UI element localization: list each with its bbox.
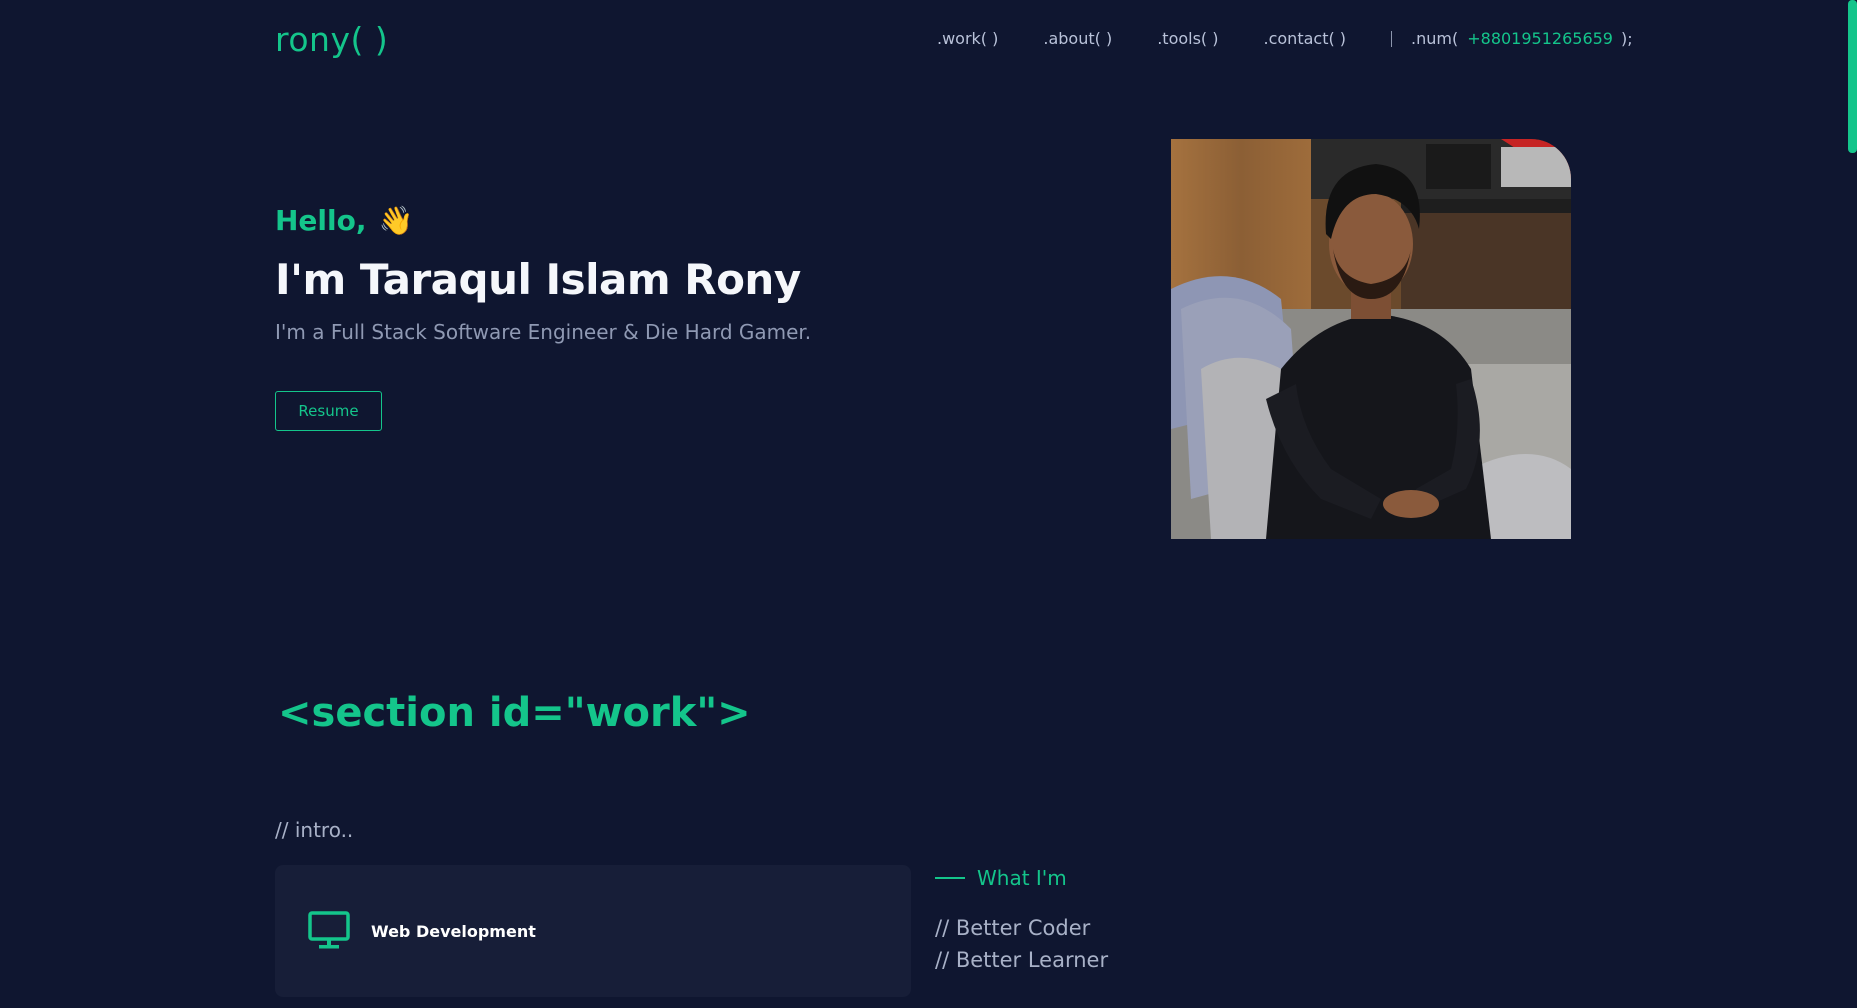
traits-list: // Better Coder // Better Learner	[935, 912, 1108, 976]
intro-label: // intro..	[275, 818, 354, 842]
scrollbar-thumb[interactable]	[1848, 0, 1857, 153]
hero-greeting: Hello, 👋	[275, 204, 413, 237]
greeting-text: Hello,	[275, 204, 367, 237]
accent-line	[935, 877, 965, 879]
card-title: Web Development	[371, 921, 536, 941]
monitor-icon	[308, 911, 350, 949]
phone-label: .num(	[1411, 29, 1459, 48]
main-nav: .work( ) .about( ) .tools( ) .contact( )…	[937, 29, 1633, 48]
phone-number-link[interactable]: +8801951265659	[1467, 29, 1613, 48]
trait-item: // Better Coder	[935, 916, 1091, 940]
hero-name: I'm Taraqul Islam Rony	[275, 255, 801, 304]
nav-about-link[interactable]: .about( )	[1043, 29, 1112, 48]
waving-hand-icon: 👋	[378, 204, 414, 237]
hero-tagline: I'm a Full Stack Software Engineer & Die…	[275, 320, 812, 344]
portfolio-page: rony( ) .work( ) .about( ) .tools( ) .co…	[0, 0, 1857, 1008]
nav-contact-link[interactable]: .contact( )	[1264, 29, 1347, 48]
nav-divider	[1391, 30, 1393, 47]
web-development-card[interactable]: Web Development	[275, 865, 911, 997]
nav-work-link[interactable]: .work( )	[937, 29, 998, 48]
profile-photo	[1171, 139, 1571, 539]
nav-tools-link[interactable]: .tools( )	[1157, 29, 1218, 48]
what-im-heading: What I'm	[935, 866, 1067, 890]
what-im-label: What I'm	[977, 866, 1067, 890]
trait-item: // Better Learner	[935, 948, 1109, 972]
phone-suffix: );	[1620, 29, 1633, 48]
work-section-tag: <section id="work">	[278, 690, 751, 736]
resume-button[interactable]: Resume	[275, 391, 382, 431]
site-logo[interactable]: rony( )	[275, 20, 388, 59]
